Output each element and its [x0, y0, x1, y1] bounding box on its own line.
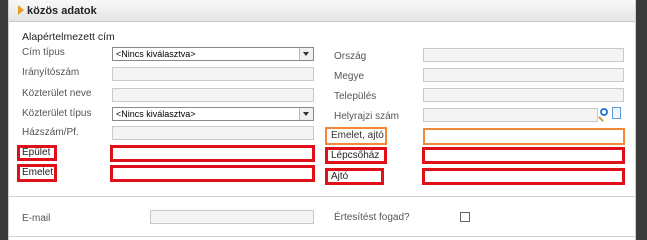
floor-door-input[interactable] — [423, 128, 625, 145]
street-type-value: <Nincs kiválasztva> — [116, 109, 196, 119]
email-input[interactable] — [150, 210, 314, 224]
document-icon[interactable] — [612, 107, 621, 119]
building-input[interactable] — [110, 145, 315, 162]
postal-code-input[interactable] — [112, 67, 314, 81]
section-label: Alapértelmezett cím — [22, 31, 115, 43]
address-type-value: <Nincs kiválasztva> — [116, 49, 196, 59]
panel-title: közös adatok — [27, 5, 97, 17]
parcel-number-input[interactable] — [423, 108, 598, 122]
street-name-input[interactable] — [112, 88, 314, 102]
country-input[interactable] — [423, 48, 624, 62]
county-input[interactable] — [423, 68, 624, 82]
county-label: Megye — [334, 71, 365, 82]
parcel-number-label: Helyrajzi szám — [334, 111, 400, 122]
floor-door-label: Emelet, ajtó — [331, 130, 384, 141]
notify-checkbox[interactable] — [460, 212, 470, 222]
postal-code-label: Irányítószám — [22, 67, 80, 78]
address-type-select[interactable]: <Nincs kiválasztva> — [112, 47, 314, 61]
door-input[interactable] — [422, 168, 625, 185]
floor-label: Emelet — [22, 167, 54, 178]
common-data-panel: közös adatok Alapértelmezett cím Cím típ… — [8, 0, 636, 240]
staircase-input[interactable] — [422, 147, 625, 164]
magnifier-icon[interactable] — [600, 108, 608, 116]
address-type-label: Cím típus — [22, 47, 65, 58]
panel-header[interactable]: közös adatok — [9, 0, 635, 22]
floor-input[interactable] — [110, 165, 315, 182]
section-divider — [9, 196, 635, 197]
chevron-down-icon[interactable] — [299, 108, 313, 120]
bottom-divider — [9, 236, 635, 237]
email-label: E-mail — [22, 213, 51, 224]
collapse-arrow-icon[interactable] — [18, 5, 24, 15]
settlement-input[interactable] — [423, 88, 624, 102]
building-label: Épület — [22, 147, 51, 158]
street-type-label: Közterület típus — [22, 108, 92, 119]
staircase-label: Lépcsőház — [331, 150, 380, 161]
door-label: Ajtó — [331, 171, 349, 182]
street-name-label: Közterület neve — [22, 88, 92, 99]
street-type-select[interactable]: <Nincs kiválasztva> — [112, 107, 314, 121]
house-number-label: Házszám/Pf. — [22, 127, 79, 138]
chevron-down-icon[interactable] — [299, 48, 313, 60]
notify-label: Értesítést fogad? — [334, 212, 410, 223]
house-number-input[interactable] — [112, 126, 314, 140]
magnifier-handle — [598, 116, 604, 122]
settlement-label: Település — [334, 91, 377, 102]
country-label: Ország — [334, 51, 367, 62]
